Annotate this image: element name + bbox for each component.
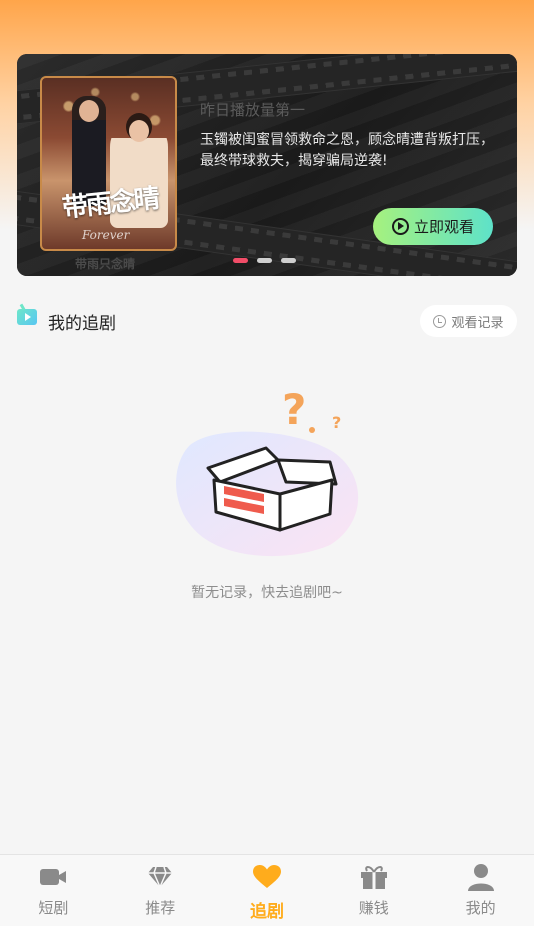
watch-now-button[interactable]: 立即观看	[373, 208, 493, 245]
poster-caption: 带雨只念晴	[75, 257, 136, 271]
poster-subtitle-art: Forever	[82, 228, 130, 242]
tab-label: 赚钱	[358, 899, 389, 917]
gift-icon	[359, 863, 389, 891]
tab-label: 推荐	[145, 899, 176, 917]
carousel-dot[interactable]	[281, 258, 296, 263]
banner-rank-label: 昨日播放量第一	[200, 101, 306, 119]
drama-poster[interactable]: 带雨念晴 Forever	[40, 76, 177, 251]
question-dot	[309, 427, 315, 433]
history-clock-icon	[433, 314, 447, 328]
tab-earn[interactable]: 赚钱	[320, 855, 427, 926]
tab-following[interactable]: 追剧	[214, 855, 321, 926]
section-title: 我的追剧	[48, 314, 116, 334]
tab-profile[interactable]: 我的	[427, 855, 534, 926]
video-camera-icon	[38, 863, 68, 891]
tab-label: 追剧	[249, 902, 284, 922]
bottom-tab-bar: 短剧 推荐 追剧 赚钱 我的	[0, 854, 534, 926]
diamond-icon	[145, 863, 175, 891]
tab-short-drama[interactable]: 短剧	[0, 855, 107, 926]
featured-banner[interactable]: 带雨念晴 Forever 带雨只念晴 昨日播放量第一 玉镯被闺蜜冒领救命之恩，顾…	[17, 54, 517, 276]
watch-now-label: 立即观看	[413, 218, 474, 236]
tab-label: 我的	[465, 899, 496, 917]
carousel-dot[interactable]	[257, 258, 272, 263]
heart-icon	[252, 863, 282, 891]
watch-history-label: 观看记录	[451, 315, 504, 331]
question-mark-icon: ?	[282, 390, 306, 434]
carousel-dot[interactable]	[233, 258, 248, 263]
question-mark-small-icon: ?	[332, 413, 341, 432]
banner-description: 玉镯被闺蜜冒领救命之恩，顾念晴遭背叛打压，最终带球救夫，揭穿骗局逆袭!	[200, 132, 494, 169]
empty-box-illustration: ? ?	[176, 390, 359, 557]
tab-label: 短剧	[38, 899, 69, 917]
tab-recommend[interactable]: 推荐	[107, 855, 214, 926]
watch-history-button[interactable]: 观看记录	[420, 305, 517, 337]
play-circle-icon	[391, 218, 409, 235]
empty-state-message: 暂无记录，快去追剧吧~	[191, 585, 343, 601]
my-dramas-header: 我的追剧 观看记录	[17, 305, 517, 337]
user-icon	[466, 863, 496, 891]
carousel-indicator	[233, 258, 296, 263]
tv-icon	[17, 309, 37, 325]
